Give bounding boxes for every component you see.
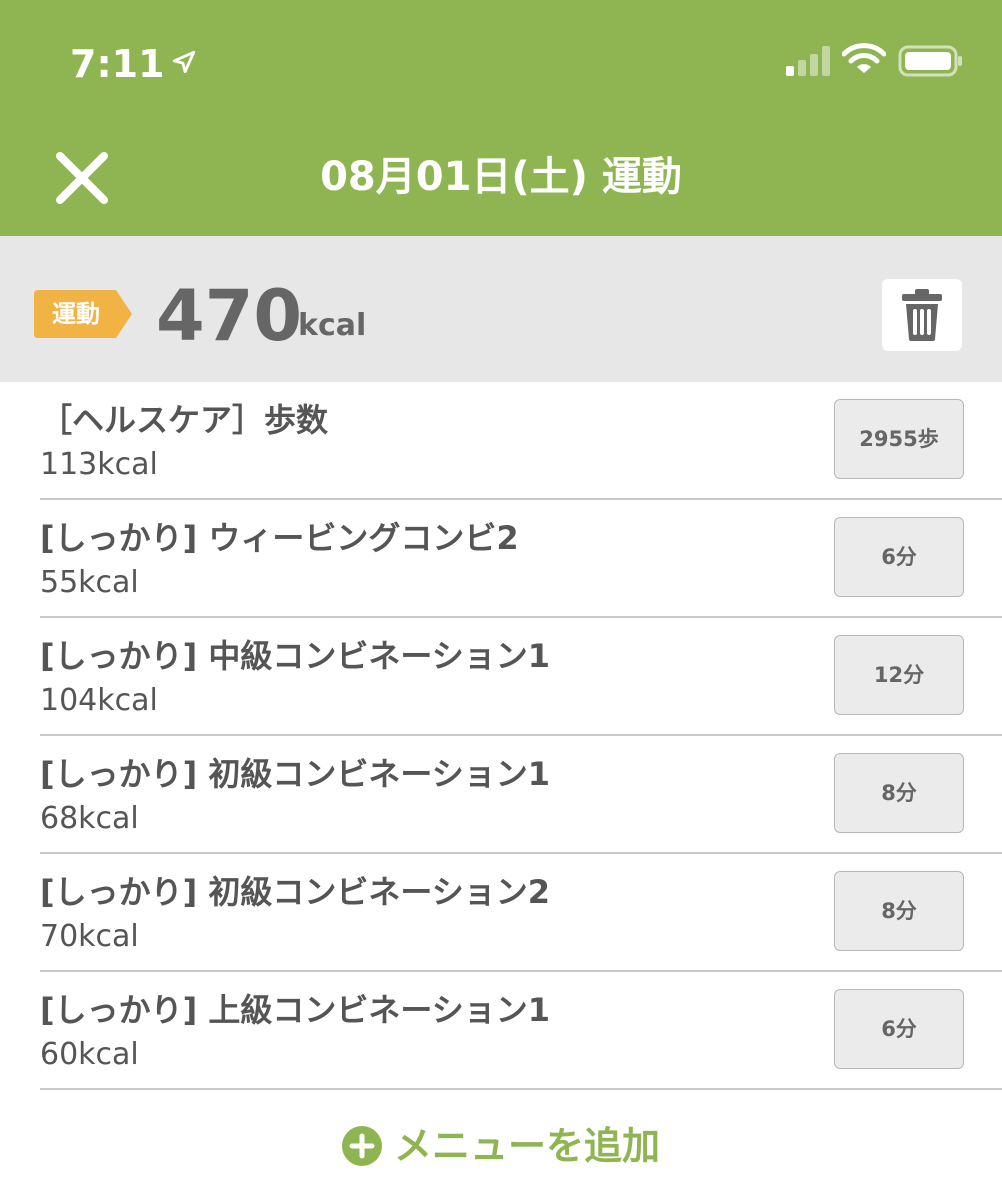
add-menu-label: メニューを追加 <box>393 1124 660 1168</box>
exercise-calories: 113kcal <box>40 447 158 482</box>
location-arrow-icon <box>171 40 197 84</box>
category-tag-label: 運動 <box>52 300 100 328</box>
exercise-name: [しっかり] 初級コンビネーション1 <box>40 755 551 793</box>
signal-icon <box>786 46 832 76</box>
amount-button[interactable]: 6分 <box>834 989 964 1069</box>
list-item[interactable]: ［ヘルスケア］歩数 113kcal 2955歩 <box>40 382 1002 500</box>
exercise-name: [しっかり] 初級コンビネーション2 <box>40 873 551 911</box>
app-screen: 7:11 08月01日(土) 運動 運動 470 kcal ［ヘルスケア］歩数 … <box>0 0 1002 1200</box>
total-calories: 470 <box>156 275 303 357</box>
exercise-name: [しっかり] ウィービングコンビ2 <box>40 519 519 557</box>
total-calories-unit: kcal <box>298 308 367 343</box>
list-item[interactable]: [しっかり] 初級コンビネーション1 68kcal 8分 <box>40 736 1002 854</box>
exercise-list: ［ヘルスケア］歩数 113kcal 2955歩 [しっかり] ウィービングコンビ… <box>0 382 1002 1090</box>
list-item[interactable]: [しっかり] 上級コンビネーション1 60kcal 6分 <box>40 972 1002 1090</box>
exercise-calories: 55kcal <box>40 565 139 600</box>
amount-button[interactable]: 12分 <box>834 635 964 715</box>
amount-button[interactable]: 8分 <box>834 871 964 951</box>
exercise-calories: 70kcal <box>40 919 139 954</box>
plus-circle-icon <box>341 1126 382 1166</box>
status-time-text: 7:11 <box>70 42 165 86</box>
delete-button[interactable] <box>882 279 962 351</box>
battery-icon <box>898 44 964 78</box>
summary-bar <box>0 236 1002 382</box>
exercise-calories: 68kcal <box>40 801 139 836</box>
add-menu-button[interactable]: メニューを追加 <box>0 1118 1002 1174</box>
exercise-name: ［ヘルスケア］歩数 <box>40 401 329 439</box>
exercise-calories: 60kcal <box>40 1037 139 1072</box>
amount-button[interactable]: 8分 <box>834 753 964 833</box>
list-item[interactable]: [しっかり] ウィービングコンビ2 55kcal 6分 <box>40 500 1002 618</box>
list-item[interactable]: [しっかり] 初級コンビネーション2 70kcal 8分 <box>40 854 1002 972</box>
amount-button[interactable]: 6分 <box>834 517 964 597</box>
list-item[interactable]: [しっかり] 中級コンビネーション1 104kcal 12分 <box>40 618 1002 736</box>
status-bar-time: 7:11 <box>70 40 197 86</box>
wifi-icon <box>841 42 887 76</box>
header-bar: 7:11 08月01日(土) 運動 <box>0 0 1002 236</box>
add-menu-content[interactable]: メニューを追加 <box>341 1118 660 1174</box>
trash-icon <box>902 289 942 341</box>
category-tag: 運動 <box>34 290 132 338</box>
exercise-calories: 104kcal <box>40 683 158 718</box>
exercise-name: [しっかり] 上級コンビネーション1 <box>40 991 551 1029</box>
exercise-name: [しっかり] 中級コンビネーション1 <box>40 637 551 675</box>
page-title: 08月01日(土) 運動 <box>320 154 682 200</box>
amount-button[interactable]: 2955歩 <box>834 399 964 479</box>
